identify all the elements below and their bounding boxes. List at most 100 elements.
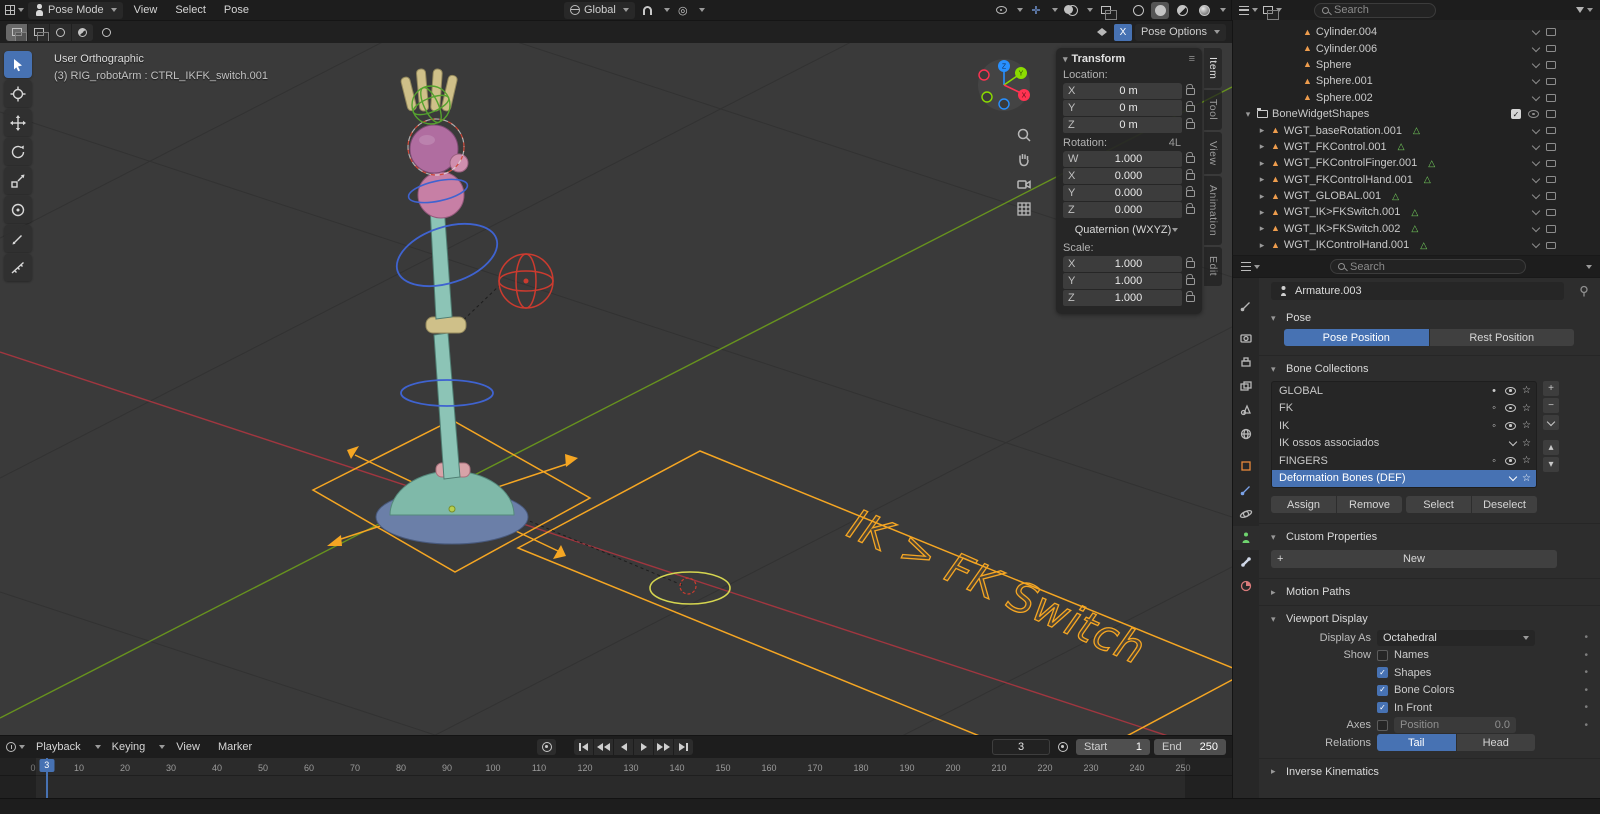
- solo-star-icon[interactable]: ☆: [1522, 403, 1531, 414]
- shading-material-button[interactable]: [1173, 2, 1191, 19]
- ikfk-switch-text[interactable]: IK > FK Switch: [840, 499, 1153, 675]
- disable-in-viewport-icon[interactable]: [1546, 28, 1556, 36]
- checkbox[interactable]: ✓: [1377, 649, 1388, 661]
- new-property-button[interactable]: + New: [1271, 550, 1557, 568]
- outliner-search-field[interactable]: Search: [1314, 2, 1436, 18]
- xray-toggle[interactable]: [1097, 2, 1117, 20]
- select-mode-lasso-button[interactable]: [72, 23, 93, 41]
- menu-timeline-view[interactable]: View: [169, 740, 207, 754]
- checkbox[interactable]: ✓: [1377, 702, 1388, 714]
- disable-in-viewport-icon[interactable]: [1546, 77, 1556, 86]
- outliner-row[interactable]: ▸ ▲ WGT_FKControlFinger.001 △ ✓: [1233, 155, 1600, 171]
- number-field[interactable]: Y 0.000: [1063, 185, 1182, 201]
- lock-icon[interactable]: [1186, 88, 1195, 95]
- disable-in-viewport-icon[interactable]: [1546, 126, 1556, 135]
- hide-toggle-icon[interactable]: [1531, 141, 1541, 151]
- disable-in-viewport-icon[interactable]: [1546, 192, 1556, 200]
- move-collection-down-button[interactable]: ▾: [1543, 457, 1559, 472]
- outliner-row[interactable]: ▾ ▲ BoneWidgetShapes △ ✓: [1233, 106, 1600, 122]
- tab-tool[interactable]: [1233, 294, 1259, 318]
- tab-world[interactable]: [1233, 422, 1259, 446]
- tab-material[interactable]: [1233, 574, 1259, 598]
- outliner-row[interactable]: ▸ ▲ WGT_IK>FKSwitch.001 △ ✓: [1233, 204, 1600, 220]
- hide-toggle-icon[interactable]: [1531, 158, 1541, 167]
- bone-collection-row[interactable]: Deformation Bones (DEF) ☆: [1272, 469, 1536, 487]
- decorator-dot[interactable]: •: [1584, 702, 1588, 713]
- disable-in-viewport-icon[interactable]: [1546, 44, 1556, 53]
- disable-in-viewport-icon[interactable]: [1546, 241, 1556, 250]
- action-button[interactable]: Select: [1406, 496, 1471, 513]
- menu-keying[interactable]: Keying: [105, 740, 153, 754]
- gizmo-toggle[interactable]: ✛: [1027, 2, 1045, 19]
- outliner-item-label[interactable]: Sphere.002: [1316, 92, 1373, 104]
- proportional-options-chevron[interactable]: [698, 8, 705, 12]
- tab-view-layer[interactable]: [1233, 374, 1259, 398]
- motion-paths-header[interactable]: ▸ Motion Paths: [1271, 582, 1590, 602]
- zoom-button[interactable]: [1012, 123, 1036, 147]
- select-mode-tweak-button[interactable]: [6, 23, 27, 41]
- outliner-row[interactable]: ▸ ▲ WGT_IKControlHand.001 △ ✓: [1233, 237, 1600, 253]
- annotate-tool-button[interactable]: [4, 225, 32, 252]
- hide-toggle-icon[interactable]: [1531, 26, 1541, 36]
- disable-in-viewport-icon[interactable]: [1546, 94, 1556, 102]
- number-field[interactable]: W 1.000: [1063, 151, 1182, 167]
- outliner-editor-type-button[interactable]: [1239, 2, 1258, 19]
- lock-icon[interactable]: [1186, 122, 1195, 129]
- number-field[interactable]: Y 0 m: [1063, 100, 1182, 116]
- menu-view[interactable]: View: [127, 3, 165, 17]
- outliner-item-label[interactable]: WGT_FKControlHand.001: [1284, 174, 1413, 186]
- move-collection-up-button[interactable]: ▴: [1543, 440, 1559, 455]
- expander-icon[interactable]: ▸: [1257, 240, 1267, 251]
- segmented-button[interactable]: Rest Position: [1429, 329, 1574, 346]
- axes-checkbox[interactable]: ✓: [1377, 719, 1388, 731]
- outliner-item-label[interactable]: WGT_FKControlFinger.001: [1284, 157, 1417, 169]
- disable-in-viewport-icon[interactable]: [1546, 159, 1556, 168]
- bone-collection-row[interactable]: IK ◦ ☆: [1272, 417, 1536, 435]
- outliner-item-label[interactable]: WGT_FKControl.001: [1284, 141, 1387, 153]
- prev-keyframe-button[interactable]: [594, 739, 614, 755]
- solo-star-icon[interactable]: ☆: [1522, 420, 1531, 431]
- keying-set-icon-button[interactable]: [1054, 739, 1072, 756]
- shading-solid-button[interactable]: [1151, 1, 1169, 19]
- overlays-toggle[interactable]: [1062, 2, 1080, 19]
- outliner-item-label[interactable]: Cylinder.004: [1316, 26, 1377, 38]
- overlays-chevron[interactable]: [1087, 8, 1093, 12]
- decorator-dot[interactable]: •: [1584, 667, 1588, 678]
- pole-target-gizmo[interactable]: [498, 253, 554, 309]
- bone-collection-row[interactable]: GLOBAL • ☆: [1272, 382, 1536, 400]
- transform-pivot-button[interactable]: [96, 24, 117, 41]
- current-frame-field[interactable]: 3: [992, 739, 1050, 755]
- shading-rendered-button[interactable]: [1195, 2, 1213, 19]
- outliner-item-label[interactable]: Cylinder.006: [1316, 43, 1377, 55]
- number-field[interactable]: X 1.000: [1063, 256, 1182, 272]
- bone-collection-row[interactable]: FK ◦ ☆: [1272, 400, 1536, 418]
- hide-eye-icon[interactable]: [1528, 110, 1539, 119]
- viewport-scene[interactable]: IK > FK Switch: [0, 43, 1232, 735]
- decorator-dot[interactable]: •: [1584, 632, 1588, 643]
- custom-properties-header[interactable]: ▾ Custom Properties: [1271, 527, 1590, 547]
- shading-wireframe-button[interactable]: [1129, 2, 1147, 19]
- decorator-dot[interactable]: •: [1584, 685, 1588, 696]
- solo-star-icon[interactable]: ☆: [1522, 455, 1531, 466]
- outliner-display-mode-button[interactable]: [1263, 2, 1282, 20]
- next-keyframe-button[interactable]: [654, 739, 674, 755]
- tab-scene[interactable]: [1233, 398, 1259, 422]
- number-field[interactable]: X 0 m: [1063, 83, 1182, 99]
- hide-toggle-icon[interactable]: [1531, 207, 1541, 216]
- collection-checkbox[interactable]: ✓: [1511, 109, 1521, 120]
- jump-to-start-button[interactable]: [574, 739, 594, 755]
- timeline-editor-type-button[interactable]: [6, 739, 25, 756]
- gizmo-y-neg[interactable]: [981, 91, 993, 103]
- snap-toggle[interactable]: [639, 2, 657, 19]
- expander-icon[interactable]: ▸: [1257, 125, 1267, 136]
- disable-in-viewport-icon[interactable]: [1546, 225, 1556, 233]
- number-field[interactable]: Z 0 m: [1063, 117, 1182, 133]
- orientation-dropdown[interactable]: Global: [563, 1, 635, 19]
- lock-icon[interactable]: [1186, 105, 1195, 112]
- hide-toggle-icon[interactable]: [1531, 59, 1541, 69]
- checkbox[interactable]: ✓: [1377, 667, 1388, 679]
- outliner-row[interactable]: ▸ ▲ WGT_IK>FKSwitch.002 △ ✓: [1233, 221, 1600, 237]
- visibility-chevron[interactable]: [1017, 8, 1023, 12]
- panel-collapse-caret[interactable]: ▾: [1063, 54, 1068, 65]
- solo-star-icon[interactable]: ☆: [1522, 438, 1531, 449]
